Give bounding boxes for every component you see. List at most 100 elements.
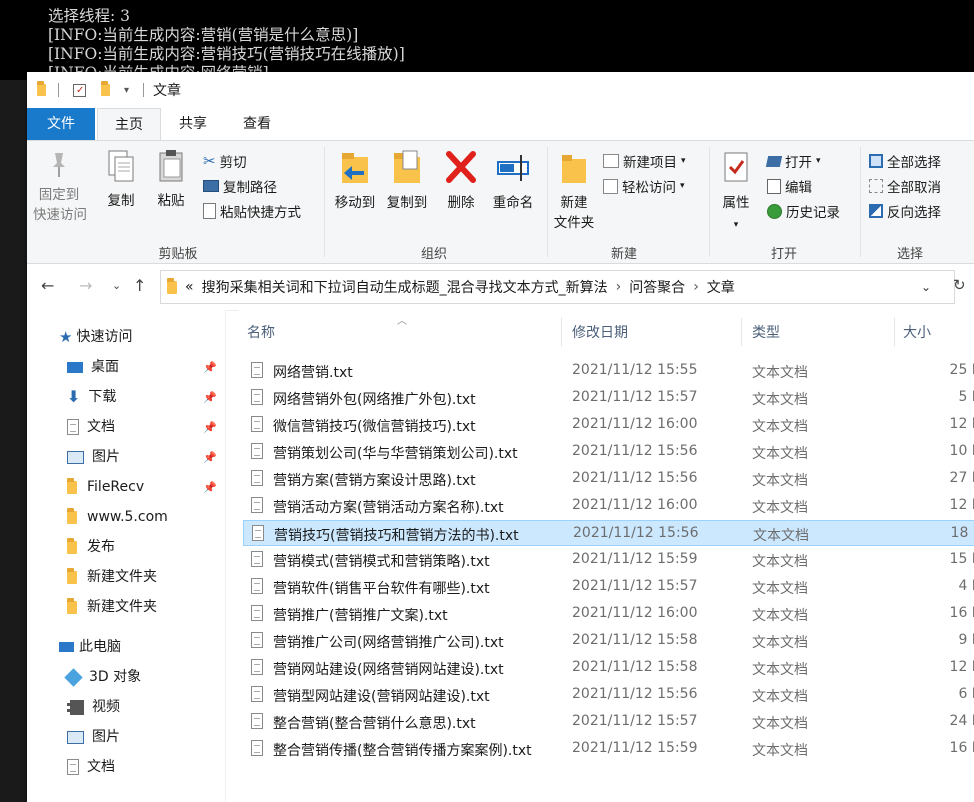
file-row[interactable]: 营销软件(销售平台软件有哪些).txt 2021/11/12 15:57 文本文档 4… (243, 574, 974, 600)
move-to-button[interactable]: 移动到 (330, 149, 380, 213)
file-row[interactable]: 营销模式(营销模式和营销策略).txt 2021/11/12 15:59 文本文档 1… (243, 547, 974, 573)
file-name: 营销活动方案(营销活动方案名称).txt (273, 500, 504, 516)
breadcrumb-item[interactable]: 问答聚合 (629, 277, 685, 297)
text-file-icon (251, 551, 263, 571)
file-name: 营销推广公司(网络营销推广公司).txt (273, 635, 504, 651)
nav-label: 下载 (88, 389, 117, 405)
paste-button[interactable]: 粘贴 (151, 149, 191, 211)
file-size: 16 K (949, 605, 974, 621)
rename-button[interactable]: 重命名 (487, 149, 539, 213)
column-divider[interactable] (561, 318, 562, 346)
column-header-name[interactable]: 名称 (247, 322, 275, 342)
tab-file[interactable]: 文件 (27, 108, 95, 140)
nav-item-pc-documents[interactable]: 文档 (67, 752, 115, 782)
column-divider[interactable] (894, 318, 895, 346)
open-label: 打开 (785, 155, 812, 171)
file-row[interactable]: 整合营销传播(整合营销传播方案案例).txt 2021/11/12 15:59 文本… (243, 736, 974, 762)
nav-item-downloads[interactable]: ⬇ 下载 (67, 382, 116, 412)
file-row[interactable]: 营销推广(营销推广文案).txt 2021/11/12 16:00 文本文档 16 K (243, 601, 974, 627)
group-label-select: 选择 (896, 247, 923, 262)
file-row[interactable]: 网络营销外包(网络推广外包).txt 2021/11/12 15:57 文本文档 5 … (243, 385, 974, 411)
nav-item-3d-objects[interactable]: 3D 对象 (64, 662, 141, 692)
column-header-type[interactable]: 类型 (752, 322, 780, 342)
new-folder-button[interactable]: 新建 文件夹 (549, 149, 599, 233)
copy-path-icon (203, 180, 219, 192)
tab-share[interactable]: 共享 (167, 108, 219, 140)
file-type: 文本文档 (752, 743, 808, 759)
easy-access-button[interactable]: 轻松访问 ▾ (603, 176, 685, 196)
file-row[interactable]: 营销技巧(营销技巧和营销方法的书).txt 2021/11/12 15:56 文本文… (243, 520, 974, 546)
file-row[interactable]: 营销网站建设(网络营销网站建设).txt 2021/11/12 15:58 文本文档… (243, 655, 974, 681)
nav-item-videos[interactable]: 视频 (67, 692, 120, 722)
nav-this-pc[interactable]: 此电脑 (59, 632, 121, 662)
nav-item-documents[interactable]: 文档 (67, 412, 115, 442)
copy-path-button[interactable]: 复制路径 (203, 176, 277, 196)
file-modified-date: 2021/11/12 15:56 (572, 470, 698, 486)
breadcrumb-separator[interactable]: › (616, 279, 622, 295)
new-item-button[interactable]: 新建项目 ▾ (603, 151, 686, 171)
up-arrow-icon[interactable]: ↑ (133, 276, 146, 295)
breadcrumb-item[interactable]: 文章 (707, 277, 735, 297)
column-header-date[interactable]: 修改日期 (572, 322, 628, 342)
nav-item-pc-pictures[interactable]: 图片 (67, 722, 120, 752)
nav-item-www5com[interactable]: www.5.com (67, 502, 168, 532)
invert-selection-button[interactable]: 反向选择 (869, 201, 941, 221)
refresh-icon[interactable]: ↻ (953, 276, 966, 294)
breadcrumb-item[interactable]: 搜狗采集相关词和下拉词自动生成标题_混合寻找文本方式_新算法 (202, 277, 608, 297)
tab-view[interactable]: 查看 (231, 108, 283, 140)
select-all-button[interactable]: 全部选择 (869, 151, 941, 171)
cut-button[interactable]: ✂ 剪切 (203, 151, 247, 171)
file-row[interactable]: 网络营销.txt 2021/11/12 15:55 文本文档 25 K (243, 358, 974, 384)
file-size: 12 K (949, 659, 974, 675)
nav-item-publish[interactable]: 发布 (67, 532, 115, 562)
nav-item-new-folder-2[interactable]: 新建文件夹 (67, 592, 157, 622)
file-type: 文本文档 (753, 528, 809, 544)
back-arrow-icon[interactable]: ← (41, 276, 54, 295)
file-row[interactable]: 微信营销技巧(微信营销技巧).txt 2021/11/12 16:00 文本文档 12… (243, 412, 974, 438)
nav-item-desktop[interactable]: 桌面 (67, 352, 119, 382)
folder-icon (167, 277, 177, 294)
file-row[interactable]: 整合营销(整合营销什么意思).txt 2021/11/12 15:57 文本文档 24… (243, 709, 974, 735)
new-folder-quick-button[interactable] (101, 72, 110, 108)
new-folder-icon (562, 155, 586, 183)
pin-to-quick-access-button[interactable]: 固定到 快速访问 (33, 149, 87, 225)
recent-locations-chevron-icon[interactable]: ⌄ (112, 279, 121, 292)
paste-shortcut-button[interactable]: 粘贴快捷方式 (203, 201, 301, 221)
nav-label: 图片 (92, 729, 120, 745)
nav-label: FileRecv (87, 479, 145, 495)
delete-button[interactable]: 删除 (441, 149, 481, 213)
nav-item-filerecv[interactable]: FileRecv (67, 472, 144, 502)
file-row[interactable]: 营销活动方案(营销活动方案名称).txt 2021/11/12 16:00 文本文档… (243, 493, 974, 519)
file-row[interactable]: 营销型网站建设(营销网站建设).txt 2021/11/12 15:56 文本文档 6… (243, 682, 974, 708)
copy-button[interactable]: 复制 (101, 149, 141, 211)
nav-item-pictures[interactable]: 图片 (67, 442, 120, 472)
file-row[interactable]: 营销方案(营销方案设计思路).txt 2021/11/12 15:56 文本文档 27… (243, 466, 974, 492)
column-header-size[interactable]: 大小 (903, 322, 931, 342)
ribbon: 固定到 快速访问 复制 粘贴 ✂ 剪切 复制路径 粘贴快捷方式 剪贴板 移动到 (27, 140, 974, 264)
open-button[interactable]: 打开 ▾ (765, 151, 821, 171)
group-separator (860, 147, 861, 257)
customize-toolbar-button[interactable]: ▾ (124, 72, 129, 108)
nav-item-new-folder[interactable]: 新建文件夹 (67, 562, 157, 592)
file-type: 文本文档 (752, 554, 808, 570)
breadcrumb-separator[interactable]: › (693, 279, 699, 295)
properties-button[interactable]: 属性 ▾ (713, 149, 759, 235)
address-dropdown-chevron-icon[interactable]: ⌄ (921, 280, 931, 294)
file-modified-date: 2021/11/12 16:00 (572, 497, 698, 513)
tab-home[interactable]: 主页 (97, 108, 161, 140)
forward-arrow-icon[interactable]: → (79, 276, 92, 295)
file-row[interactable]: 营销策划公司(华与华营销策划公司).txt 2021/11/12 15:56 文本文… (243, 439, 974, 465)
nav-quick-access[interactable]: ★ 快速访问 (59, 322, 132, 352)
folder-icon (67, 537, 77, 554)
edit-button[interactable]: 编辑 (767, 176, 812, 196)
column-divider[interactable] (741, 318, 742, 346)
open-icon (765, 155, 783, 167)
copy-to-button[interactable]: 复制到 (382, 149, 432, 213)
file-row[interactable]: 营销推广公司(网络营销推广公司).txt 2021/11/12 15:58 文本文档… (243, 628, 974, 654)
select-none-button[interactable]: 全部取消 (869, 176, 941, 196)
address-bar[interactable]: « 搜狗采集相关词和下拉词自动生成标题_混合寻找文本方式_新算法 › 问答聚合 … (160, 270, 955, 304)
properties-quick-button[interactable]: ✓ (73, 72, 86, 108)
breadcrumb-overflow[interactable]: « (185, 279, 194, 295)
history-button[interactable]: 历史记录 (767, 201, 840, 221)
file-size: 16 K (949, 740, 974, 756)
